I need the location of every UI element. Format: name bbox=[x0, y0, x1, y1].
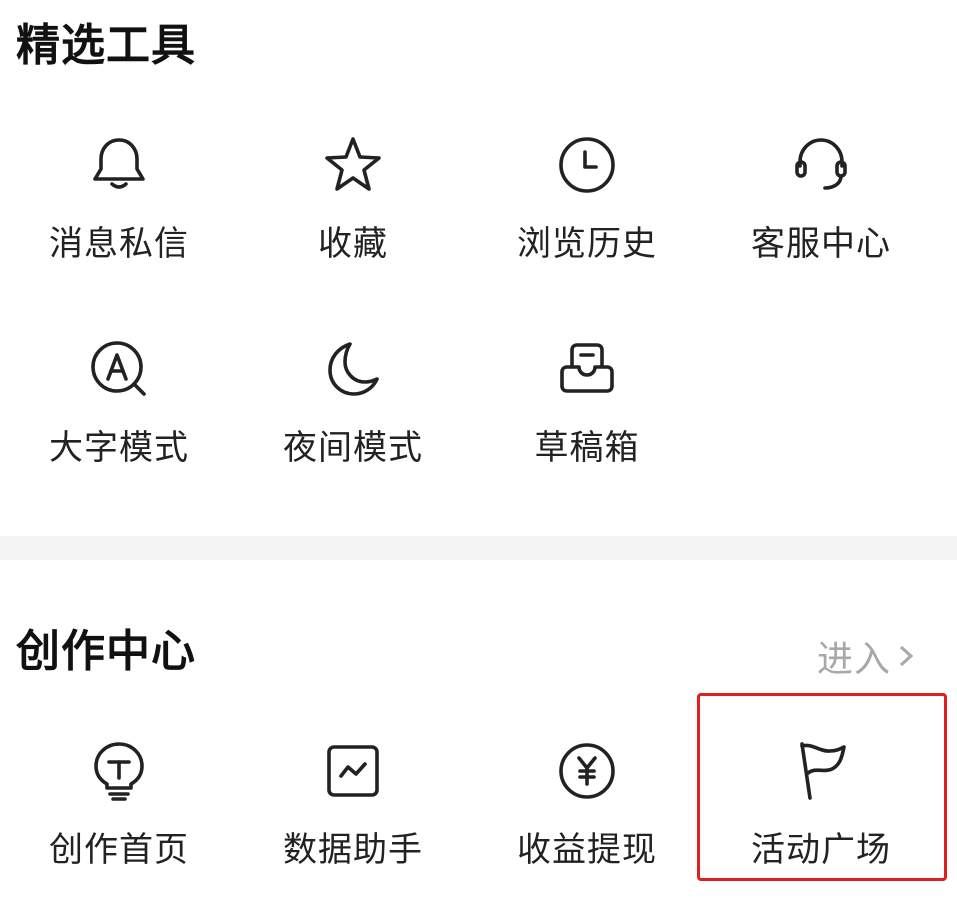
tool-messages[interactable]: 消息私信 bbox=[2, 130, 236, 280]
yen-icon bbox=[552, 736, 622, 806]
headset-icon bbox=[786, 130, 856, 200]
tool-drafts[interactable]: 草稿箱 bbox=[470, 334, 704, 484]
tool-label: 收益提现 bbox=[517, 830, 657, 870]
section-title-creation-center: 创作中心 bbox=[16, 626, 196, 677]
chevron-right-icon bbox=[899, 645, 914, 667]
tool-label: 创作首页 bbox=[49, 830, 189, 870]
tool-history[interactable]: 浏览历史 bbox=[470, 130, 704, 280]
tool-label: 浏览历史 bbox=[517, 224, 657, 264]
inbox-icon bbox=[552, 334, 622, 404]
star-icon bbox=[318, 130, 388, 200]
section-title-selected-tools: 精选工具 bbox=[16, 20, 196, 71]
enter-label: 进入 bbox=[816, 639, 891, 680]
enter-creation-center-link[interactable]: 进入 bbox=[817, 630, 917, 682]
tool-favorites[interactable]: 收藏 bbox=[236, 130, 470, 280]
bell-icon bbox=[84, 130, 154, 200]
tool-label: 夜间模式 bbox=[283, 428, 423, 468]
section-divider bbox=[0, 536, 957, 560]
tool-data-assistant[interactable]: 数据助手 bbox=[236, 736, 470, 886]
tool-label: 收藏 bbox=[318, 224, 388, 264]
tool-large-font[interactable]: 大字模式 bbox=[2, 334, 236, 484]
tool-label: 草稿箱 bbox=[534, 428, 640, 468]
tool-earnings-withdraw[interactable]: 收益提现 bbox=[470, 736, 704, 886]
tool-label: 消息私信 bbox=[49, 224, 189, 264]
clock-icon bbox=[552, 130, 622, 200]
chart-icon bbox=[318, 736, 388, 806]
tool-label: 数据助手 bbox=[283, 830, 423, 870]
tool-creation-home[interactable]: 创作首页 bbox=[2, 736, 236, 886]
tool-customer-service[interactable]: 客服中心 bbox=[704, 130, 938, 280]
tool-label: 大字模式 bbox=[49, 428, 189, 468]
lightbulb-icon bbox=[84, 736, 154, 806]
highlight-box bbox=[697, 693, 947, 881]
large-font-icon bbox=[84, 334, 154, 404]
tool-label: 客服中心 bbox=[751, 224, 891, 264]
moon-icon bbox=[318, 334, 388, 404]
tool-night-mode[interactable]: 夜间模式 bbox=[236, 334, 470, 484]
